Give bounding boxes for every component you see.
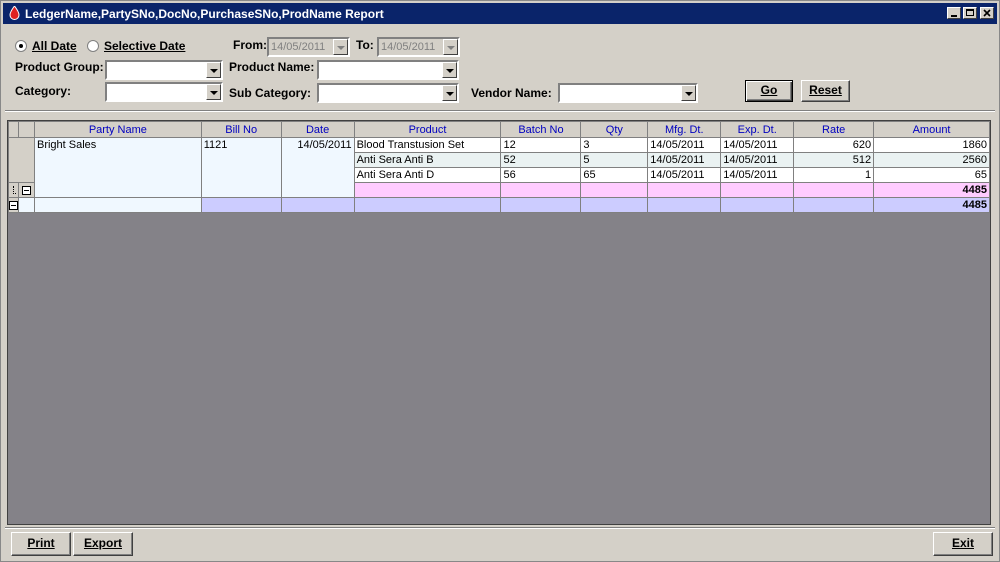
sub-category-select[interactable]	[317, 83, 459, 103]
subtotal-amount: 4485	[873, 182, 990, 198]
export-button[interactable]: Export	[73, 532, 133, 556]
corner-cell[interactable]	[8, 121, 19, 138]
minus-icon[interactable]	[9, 200, 18, 210]
footer-divider	[5, 527, 995, 529]
to-date-picker[interactable]: 14/05/2011	[377, 37, 460, 57]
rate-cell[interactable]: 1	[793, 167, 875, 183]
product-cell[interactable]: Anti Sera Anti B	[353, 152, 502, 168]
selective-date-label[interactable]: Selective Date	[104, 39, 185, 53]
from-label: From:	[233, 38, 267, 52]
chevron-down-icon[interactable]	[206, 84, 221, 100]
chevron-down-icon[interactable]	[442, 85, 457, 101]
report-window: LedgerName,PartySNo,DocNo,PurchaseSNo,Pr…	[0, 0, 1000, 562]
product-cell[interactable]: Blood Transtusion Set	[353, 137, 502, 153]
chevron-down-icon[interactable]	[333, 39, 348, 55]
collapse-toggle[interactable]	[8, 197, 19, 213]
to-label: To:	[356, 38, 374, 52]
batch-cell[interactable]: 52	[500, 152, 582, 168]
tree-line	[8, 182, 19, 198]
to-date-value: 14/05/2011	[381, 41, 436, 53]
exit-button[interactable]: Exit	[933, 532, 993, 556]
from-date-picker[interactable]: 14/05/2011	[267, 37, 350, 57]
column-header[interactable]: Amount	[873, 121, 990, 138]
table-row[interactable]: Bright Sales 1121 14/05/2011 Blood Trans…	[8, 137, 990, 198]
chevron-down-icon[interactable]	[681, 85, 696, 101]
report-table: Party Name Bill No Date Product Batch No…	[8, 121, 990, 213]
report-grid[interactable]: Party Name Bill No Date Product Batch No…	[7, 120, 991, 525]
mfg-cell[interactable]: 14/05/2011	[647, 137, 722, 153]
sub-category-label: Sub Category:	[229, 86, 312, 100]
rate-cell[interactable]: 512	[793, 152, 875, 168]
qty-cell[interactable]: 5	[580, 152, 649, 168]
total-row[interactable]: 4485	[8, 197, 990, 213]
vendor-name-select[interactable]	[558, 83, 698, 103]
reset-button[interactable]: Reset	[801, 80, 850, 102]
party-name-cell[interactable]: Bright Sales	[33, 137, 202, 198]
radio-selected-dot	[19, 44, 23, 48]
column-header[interactable]: Bill No	[200, 121, 282, 138]
amount-cell[interactable]: 2560	[873, 152, 990, 168]
all-date-label[interactable]: All Date	[32, 39, 77, 53]
close-button[interactable]	[980, 7, 994, 19]
total-amount: 4485	[873, 197, 990, 213]
vendor-name-label: Vendor Name:	[471, 86, 552, 100]
all-date-radio[interactable]	[15, 40, 27, 52]
batch-cell[interactable]: 12	[500, 137, 582, 153]
minimize-button[interactable]	[947, 7, 961, 19]
title-bar[interactable]: LedgerName,PartySNo,DocNo,PurchaseSNo,Pr…	[3, 3, 997, 24]
filter-divider	[5, 110, 995, 112]
row-indicator[interactable]	[8, 137, 35, 183]
product-group-select[interactable]	[105, 60, 223, 80]
print-button[interactable]: Print	[11, 532, 71, 556]
batch-cell[interactable]: 56	[500, 167, 582, 183]
minus-icon[interactable]	[21, 185, 31, 195]
maximize-icon	[966, 9, 974, 16]
product-name-select[interactable]	[317, 60, 459, 80]
from-date-value: 14/05/2011	[271, 41, 326, 53]
column-header[interactable]: Batch No	[500, 121, 582, 138]
mfg-cell[interactable]: 14/05/2011	[647, 152, 722, 168]
category-select[interactable]	[105, 82, 223, 102]
selective-date-radio[interactable]	[87, 40, 99, 52]
maximize-button[interactable]	[963, 7, 977, 19]
exp-cell[interactable]: 14/05/2011	[720, 167, 795, 183]
mfg-cell[interactable]: 14/05/2011	[647, 167, 722, 183]
collapse-toggle[interactable]	[18, 182, 35, 198]
column-header[interactable]: Qty	[580, 121, 649, 138]
bill-no-cell[interactable]: 1121	[200, 137, 282, 198]
date-cell[interactable]: 14/05/2011	[280, 137, 355, 198]
column-header[interactable]: Date	[280, 121, 355, 138]
chevron-down-icon[interactable]	[442, 62, 457, 78]
header-row: Party Name Bill No Date Product Batch No…	[8, 121, 990, 138]
go-button[interactable]: Go	[745, 80, 793, 102]
column-header[interactable]: Rate	[793, 121, 875, 138]
window-title: LedgerName,PartySNo,DocNo,PurchaseSNo,Pr…	[25, 7, 384, 21]
chevron-down-icon[interactable]	[443, 39, 458, 55]
app-icon	[9, 6, 20, 20]
amount-cell[interactable]: 65	[873, 167, 990, 183]
close-icon	[983, 9, 991, 17]
column-header[interactable]: Mfg. Dt.	[647, 121, 722, 138]
product-group-label: Product Group:	[15, 60, 104, 74]
corner-cell[interactable]	[18, 121, 35, 138]
column-header[interactable]: Party Name	[33, 121, 202, 138]
chevron-down-icon[interactable]	[206, 62, 221, 78]
qty-cell[interactable]: 65	[580, 167, 649, 183]
minimize-icon	[951, 15, 957, 17]
qty-cell[interactable]: 3	[580, 137, 649, 153]
column-header[interactable]: Product	[353, 121, 502, 138]
product-cell[interactable]: Anti Sera Anti D	[353, 167, 502, 183]
exp-cell[interactable]: 14/05/2011	[720, 137, 795, 153]
category-label: Category:	[15, 84, 72, 98]
exp-cell[interactable]: 14/05/2011	[720, 152, 795, 168]
product-name-label: Product Name:	[229, 60, 315, 74]
rate-cell[interactable]: 620	[793, 137, 875, 153]
amount-cell[interactable]: 1860	[873, 137, 990, 153]
column-header[interactable]: Exp. Dt.	[720, 121, 795, 138]
